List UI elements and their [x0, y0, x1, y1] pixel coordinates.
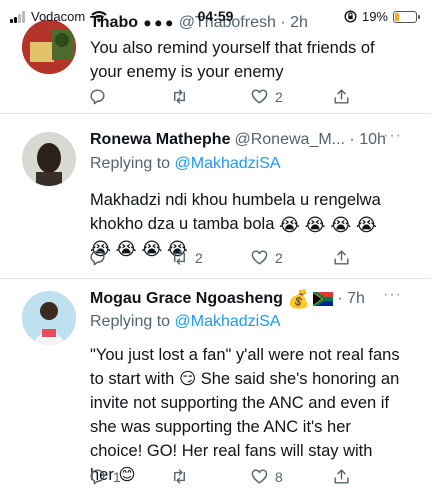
- retweet-icon: [174, 89, 185, 104]
- tweet-actions: 2: [88, 87, 388, 109]
- avatar-image: [22, 132, 76, 186]
- emoji-crying: 😭: [330, 215, 352, 235]
- retweet-icon: [174, 250, 185, 265]
- more-icon[interactable]: ···: [383, 286, 402, 304]
- handle-meta: @Ronewa_M... · 10h: [234, 131, 386, 148]
- retweet-count: 2: [195, 249, 203, 266]
- display-name[interactable]: Mogau Grace Ngoasheng: [90, 290, 283, 308]
- like-count: 2: [275, 249, 283, 266]
- avatar[interactable]: [22, 291, 76, 345]
- reply-count: 1: [113, 468, 121, 485]
- status-bar: Vodacom 04:59 19%: [0, 0, 431, 30]
- avatar[interactable]: [22, 132, 76, 186]
- share-button[interactable]: [332, 467, 351, 486]
- replying-to: Replying to @MakhadziSA: [90, 155, 281, 173]
- retweet-button[interactable]: [170, 467, 195, 486]
- battery-level: [395, 12, 399, 21]
- replying-label: Replying to: [90, 313, 171, 330]
- tweet-text: "You just lost a fan" y'all were not rea…: [90, 346, 400, 484]
- reply-icon: [90, 469, 105, 485]
- battery-icon: [393, 10, 420, 23]
- heart-icon: [251, 89, 268, 104]
- replying-label: Replying to: [90, 155, 171, 172]
- like-button[interactable]: 2: [250, 87, 283, 106]
- heart-icon: [251, 250, 268, 265]
- share-icon: [334, 89, 349, 104]
- mention-link[interactable]: @MakhadziSA: [175, 313, 281, 330]
- reply-icon: [90, 250, 105, 266]
- retweet-icon: [174, 469, 185, 484]
- reply-button[interactable]: [88, 87, 113, 106]
- share-button[interactable]: [332, 87, 351, 106]
- reply-button[interactable]: 1: [88, 467, 121, 486]
- tweet[interactable]: Mogau Grace Ngoasheng 💰 · 7h ··· Replyin…: [0, 279, 431, 500]
- heart-icon: [251, 469, 268, 484]
- mention-link[interactable]: @MakhadziSA: [175, 155, 281, 172]
- tweet-text: You also remind yourself that friends of…: [90, 39, 375, 81]
- share-button[interactable]: [332, 248, 351, 267]
- retweet-button[interactable]: 2: [170, 248, 203, 267]
- retweet-button[interactable]: [170, 87, 195, 106]
- tweet-actions: 2 2: [88, 248, 388, 270]
- tweet[interactable]: Ronewa Mathephe @Ronewa_M... · 10h ··· R…: [0, 114, 431, 278]
- battery-percent: 19%: [361, 9, 388, 24]
- status-right: 19%: [344, 9, 420, 24]
- reply-button[interactable]: [88, 248, 113, 267]
- tweet-actions: 1 8: [88, 467, 388, 489]
- emoji-crying: 😭: [278, 215, 301, 235]
- emoji-crying: 😭: [304, 215, 326, 235]
- reply-icon: [90, 89, 105, 105]
- share-icon: [334, 250, 349, 265]
- like-count: 8: [275, 468, 283, 485]
- like-count: 2: [275, 88, 283, 105]
- orientation-lock-icon: [344, 10, 357, 23]
- more-icon[interactable]: ···: [383, 127, 402, 145]
- avatar-image: [22, 291, 76, 345]
- money-bag-emoji: 💰: [287, 289, 311, 309]
- handle-meta: · 7h: [337, 290, 365, 307]
- tweet-header: Ronewa Mathephe @Ronewa_M... · 10h: [90, 131, 386, 149]
- display-name[interactable]: Ronewa Mathephe: [90, 131, 230, 149]
- tweet-header: Mogau Grace Ngoasheng 💰 · 7h: [90, 290, 365, 308]
- emoji-crying: 😭: [355, 215, 377, 235]
- replying-to: Replying to @MakhadziSA: [90, 313, 281, 331]
- like-button[interactable]: 2: [250, 248, 283, 267]
- south-africa-flag-icon: [313, 292, 334, 306]
- share-icon: [334, 469, 349, 484]
- like-button[interactable]: 8: [250, 467, 283, 486]
